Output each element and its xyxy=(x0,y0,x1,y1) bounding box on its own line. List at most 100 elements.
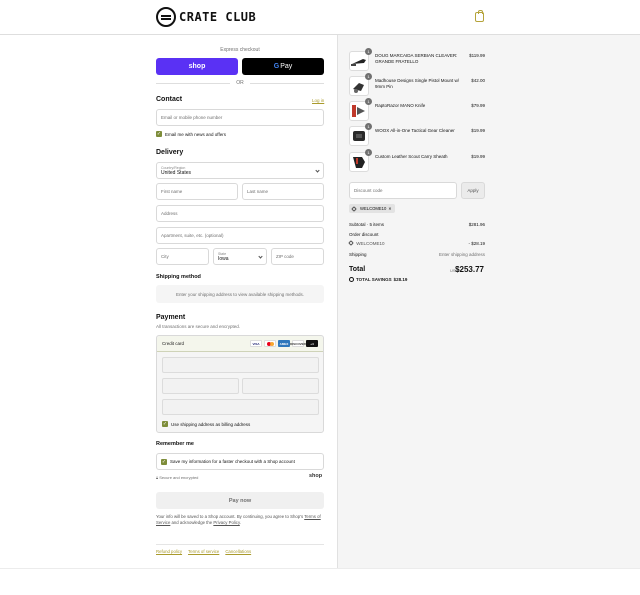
contact-title: Contact xyxy=(156,96,183,103)
visa-icon: VISA xyxy=(250,340,262,347)
refund-policy-link[interactable]: Refund policy xyxy=(156,549,182,554)
brand-name: CRATE CLUB xyxy=(179,10,257,24)
mastercard-icon xyxy=(264,340,276,347)
item-name: WOOX All-in-One Tactical Gear Cleaner xyxy=(375,128,455,133)
remove-discount-icon[interactable]: ✕ xyxy=(388,206,392,211)
pay-now-button[interactable]: Pay now xyxy=(156,492,324,509)
payment-subtitle: All transactions are secure and encrypte… xyxy=(156,324,241,329)
cancellations-link[interactable]: Cancellations xyxy=(225,549,251,554)
card-brands: VISA AMEX DISCOVER +4 xyxy=(250,340,318,347)
checkbox-checked-icon[interactable]: ✓ xyxy=(156,131,162,137)
name-on-card-field[interactable] xyxy=(162,399,319,415)
lock-icon: 🔒︎ xyxy=(156,475,159,480)
shipping-value: Enter shipping address xyxy=(438,252,485,257)
discount-code: WELCOME10 xyxy=(356,241,385,246)
shipping-method-notice: Enter your shipping address to view avai… xyxy=(156,285,324,303)
quantity-badge: 1 xyxy=(365,149,372,156)
city-field[interactable]: City xyxy=(156,248,209,265)
savings-label: TOTAL SAVINGS xyxy=(356,277,392,282)
total-savings: TOTAL SAVINGS $28.19 xyxy=(349,277,407,282)
remember-me-label: Save my information for a faster checkou… xyxy=(170,459,295,464)
terms-of-service-footer-link[interactable]: Terms of service xyxy=(188,549,219,554)
address-field[interactable]: Address xyxy=(156,205,324,222)
express-checkout-label: Express checkout xyxy=(220,47,260,53)
chevron-down-icon xyxy=(315,168,320,173)
shipping-label: Shipping xyxy=(349,252,367,257)
apply-button[interactable]: Apply xyxy=(461,182,485,199)
checkbox-checked-icon[interactable]: ✓ xyxy=(162,421,168,427)
billing-address-label: Use shipping address as billing address xyxy=(171,421,251,427)
credit-card-option[interactable]: Credit card VISA AMEX DISCOVER +4 xyxy=(157,336,323,352)
card-number-field[interactable] xyxy=(162,357,319,373)
item-price: $79.99 xyxy=(471,103,485,108)
country-select[interactable]: Country/Region United States xyxy=(156,162,324,179)
shipping-method-title: Shipping method xyxy=(156,274,201,280)
state-select[interactable]: State Iowa xyxy=(213,248,267,265)
email-field[interactable]: Email or mobile phone number xyxy=(156,109,324,126)
or-divider: OR xyxy=(156,80,324,86)
order-discount-label: Order discount xyxy=(349,232,379,237)
subtotal-value: $281.96 xyxy=(468,222,485,227)
google-pay-button[interactable]: G Pay xyxy=(242,58,324,75)
item-name: Custom Leather Scout Carry Sheath xyxy=(375,154,448,159)
login-link[interactable]: Log in xyxy=(312,98,324,103)
tag-icon xyxy=(351,205,357,212)
secure-encrypted-label: 🔒︎ Secure and encrypted xyxy=(156,475,199,480)
item-price: $19.99 xyxy=(471,154,485,159)
crate-club-logo-icon xyxy=(156,7,176,27)
applied-code: WELCOME10 xyxy=(360,206,387,211)
quantity-badge: 1 xyxy=(365,73,372,80)
subtotal-row: Subtotal · 5 items $281.96 xyxy=(349,222,485,227)
delivery-title: Delivery xyxy=(156,149,184,156)
legal-text: Your info will be saved to a Shop accoun… xyxy=(156,514,321,525)
apartment-field[interactable]: Apartment, suite, etc. (optional) xyxy=(156,227,324,244)
cart-item: 1 Custom Leather Scout Carry Sheath $19.… xyxy=(349,149,485,172)
discount-row: WELCOME10 - $28.19 xyxy=(348,240,485,246)
quantity-badge: 1 xyxy=(365,123,372,130)
footer-links: Refund policy Terms of service Cancellat… xyxy=(156,549,251,554)
zip-field[interactable]: ZIP code xyxy=(271,248,324,265)
item-name: RaptoRazor MANO Knife xyxy=(375,103,426,108)
google-g-icon: G xyxy=(273,63,280,70)
more-cards-badge[interactable]: +4 xyxy=(306,340,318,347)
divider xyxy=(0,568,640,569)
discount-value: - $28.19 xyxy=(468,241,485,246)
shopping-bag-icon[interactable] xyxy=(475,10,484,22)
shop-pay-button[interactable]: shop xyxy=(156,58,238,75)
divider xyxy=(156,544,324,545)
header: CRATE CLUB xyxy=(0,0,640,35)
item-price: $119.99 xyxy=(469,53,485,58)
payment-title: Payment xyxy=(156,314,186,321)
country-value: United States xyxy=(161,169,192,176)
shipping-row: Shipping Enter shipping address xyxy=(349,252,485,257)
cart-item: 1 WOOX All-in-One Tactical Gear Cleaner … xyxy=(349,123,485,146)
brand-logo[interactable]: CRATE CLUB xyxy=(156,7,256,27)
security-code-field[interactable] xyxy=(242,378,319,394)
discover-icon: DISCOVER xyxy=(290,340,306,347)
expiration-field[interactable] xyxy=(162,378,239,394)
credit-card-panel: Credit card VISA AMEX DISCOVER +4 ✓ Use … xyxy=(156,335,324,433)
chevron-down-icon xyxy=(258,254,263,259)
tag-icon xyxy=(348,240,354,246)
savings-value: $28.19 xyxy=(393,277,408,282)
shop-logo: shop xyxy=(309,473,323,479)
cart-item: 1 RaptoRazor MANO Knife $79.99 xyxy=(349,98,485,121)
state-value: Iowa xyxy=(218,255,229,262)
total-value: $253.77 xyxy=(455,265,484,274)
applied-discount-chip: WELCOME10 ✕ xyxy=(349,204,395,213)
checkbox-checked-icon[interactable]: ✓ xyxy=(161,458,167,465)
remember-me-box[interactable]: ✓ Save my information for a faster check… xyxy=(156,453,324,470)
discount-code-field[interactable]: Discount code xyxy=(349,182,457,199)
newsletter-checkbox-row[interactable]: ✓ Email me with news and offers xyxy=(156,131,226,137)
item-name: Madhouse Designs Single Pistol Mount w/ … xyxy=(375,78,460,89)
cart-item: 1 Madhouse Designs Single Pistol Mount w… xyxy=(349,73,485,96)
remember-me-title: Remember me xyxy=(156,441,194,447)
first-name-field[interactable]: First name xyxy=(156,183,238,200)
cart-item: 1 DOUG MARCAIDA SERBIAN CLEAVER: GRANDE … xyxy=(349,48,485,71)
privacy-policy-link[interactable]: Privacy Policy xyxy=(213,520,239,525)
total-label: Total xyxy=(349,266,366,273)
last-name-field[interactable]: Last name xyxy=(242,183,324,200)
amex-icon: AMEX xyxy=(278,340,290,347)
quantity-badge: 1 xyxy=(365,48,372,55)
billing-address-checkbox-row[interactable]: ✓ Use shipping address as billing addres… xyxy=(162,421,250,427)
